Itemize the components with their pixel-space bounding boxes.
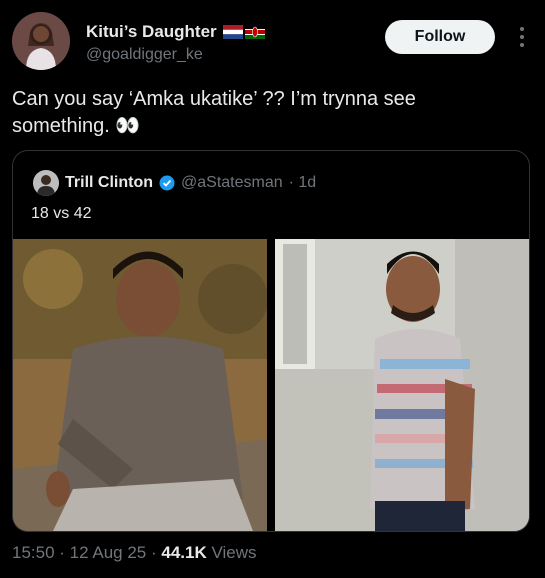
- author-display-name[interactable]: Kitui’s Daughter: [86, 22, 217, 42]
- views-label: Views: [211, 543, 257, 562]
- tweet-header: Kitui’s Daughter @goaldigger_ke Follow: [12, 12, 533, 72]
- quoted-author-handle[interactable]: @aStatesman: [181, 174, 283, 192]
- tweet-date[interactable]: 12 Aug 25: [70, 543, 147, 562]
- meta-separator: ·: [59, 543, 70, 562]
- photo-older[interactable]: [275, 239, 529, 531]
- tweet-time[interactable]: 15:50: [12, 543, 55, 562]
- tweet-meta: 15:50 · 12 Aug 25 · 44.1K Views: [12, 543, 257, 563]
- kenya-flag-icon: [244, 25, 265, 39]
- follow-button[interactable]: Follow: [385, 20, 495, 54]
- quoted-tweet[interactable]: Trill Clinton @aStatesman · 1d 18 vs 42: [12, 150, 530, 532]
- author-handle[interactable]: @goaldigger_ke: [86, 46, 265, 64]
- verified-badge-icon: [159, 175, 175, 191]
- quoted-author-avatar[interactable]: [33, 170, 59, 196]
- quoted-author-name[interactable]: Trill Clinton: [65, 174, 153, 192]
- flag-emojis: [222, 25, 265, 39]
- view-count: 44.1K: [161, 543, 207, 562]
- quoted-tweet-header: Trill Clinton @aStatesman · 1d: [33, 170, 317, 196]
- quoted-media: [13, 239, 529, 531]
- quoted-tweet-text: 18 vs 42: [31, 205, 92, 222]
- netherlands-flag-icon: [222, 25, 243, 39]
- more-options-icon[interactable]: [519, 26, 525, 48]
- photo-young[interactable]: [13, 239, 267, 531]
- author-name-row: Kitui’s Daughter: [86, 22, 265, 42]
- quoted-tweet-age[interactable]: · 1d: [289, 174, 317, 192]
- author-avatar[interactable]: [12, 12, 70, 70]
- tweet-text: Can you say ‘Amka ukatike’ ?? I’m trynna…: [12, 88, 416, 137]
- meta-separator: ·: [150, 543, 162, 562]
